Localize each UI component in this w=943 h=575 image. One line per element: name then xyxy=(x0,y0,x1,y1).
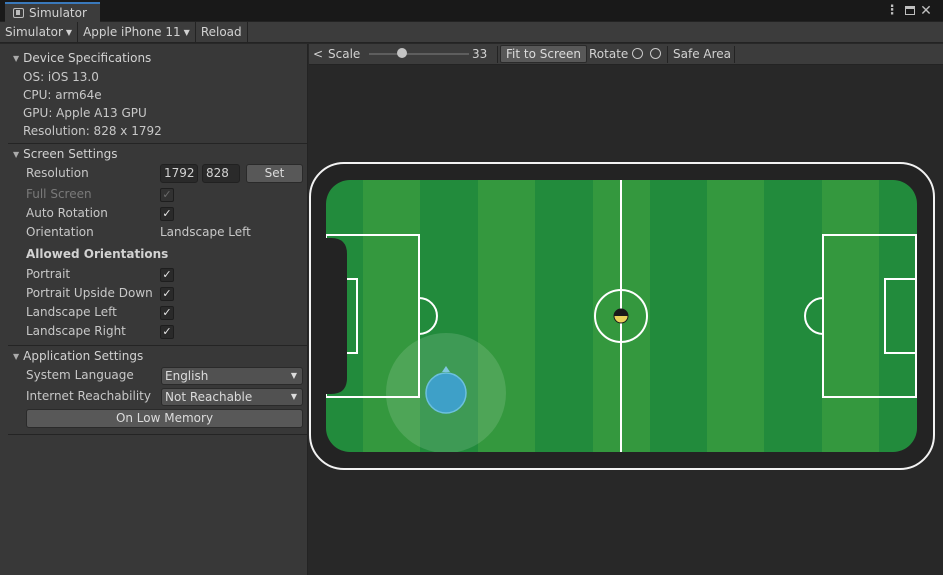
fit-to-screen-button[interactable]: Fit to Screen xyxy=(500,45,587,63)
divider xyxy=(497,46,498,63)
chevron-down-icon: ▼ xyxy=(183,27,190,37)
divider xyxy=(734,46,735,63)
system-language-value: English xyxy=(165,369,209,383)
landscape-right-label: Landscape Right xyxy=(26,324,126,338)
low-memory-row: On Low Memory xyxy=(0,408,307,430)
device-notch xyxy=(326,238,347,394)
portrait-upside-down-checkbox[interactable]: ✓ xyxy=(160,287,174,301)
reload-button[interactable]: Reload xyxy=(196,21,248,43)
landscape-right-checkbox[interactable]: ✓ xyxy=(160,325,174,339)
rotate-label: Rotate xyxy=(589,47,629,61)
resolution-label: Resolution xyxy=(26,166,89,180)
full-screen-label: Full Screen xyxy=(26,187,92,201)
device-dropdown-label: Apple iPhone 11 xyxy=(83,25,181,39)
orientation-value: Landscape Left xyxy=(160,225,251,239)
application-settings-header: Application Settings xyxy=(23,349,144,363)
full-screen-row: Full Screen ✓ xyxy=(0,185,307,204)
resolution-width-field[interactable]: 1792 xyxy=(160,164,198,183)
allowed-portrait-row: Portrait ✓ xyxy=(0,265,307,284)
foldout-triangle-icon: ▼ xyxy=(13,53,20,63)
auto-rotation-label: Auto Rotation xyxy=(26,206,108,220)
spec-resolution: Resolution: 828 x 1792 xyxy=(23,124,162,138)
spec-os: OS: iOS 13.0 xyxy=(23,70,99,84)
allowed-orientations-header: Allowed Orientations xyxy=(26,247,169,261)
chevron-down-icon: ▼ xyxy=(290,371,297,380)
system-language-row: System Language English ▼ xyxy=(0,366,307,387)
simulator-window-icon xyxy=(13,8,24,18)
device-dropdown[interactable]: Apple iPhone 11 ▼ xyxy=(78,21,196,43)
full-screen-checkbox: ✓ xyxy=(160,188,174,202)
divider xyxy=(667,46,668,63)
spec-gpu: GPU: Apple A13 GPU xyxy=(23,106,147,120)
allowed-landscape-left-row: Landscape Left ✓ xyxy=(0,303,307,322)
foldout-triangle-icon: ▼ xyxy=(13,351,20,361)
internet-reachability-row: Internet Reachability Not Reachable ▼ xyxy=(0,387,307,408)
game-screen xyxy=(326,180,917,452)
system-language-label: System Language xyxy=(26,368,134,382)
scale-label: Scale xyxy=(328,47,361,61)
main-toolbar: Simulator ▼ Apple iPhone 11 ▼ Reload xyxy=(0,21,943,43)
device-preview[interactable] xyxy=(309,162,943,472)
internet-reachability-label: Internet Reachability xyxy=(26,389,151,403)
chevron-down-icon: ▼ xyxy=(65,27,73,37)
auto-rotation-checkbox[interactable]: ✓ xyxy=(160,207,174,221)
screen-settings-header: Screen Settings xyxy=(23,147,118,161)
more-options-icon[interactable]: ⋮ xyxy=(885,3,899,19)
landscape-left-checkbox[interactable]: ✓ xyxy=(160,306,174,320)
landscape-left-label: Landscape Left xyxy=(26,305,117,319)
reload-button-label: Reload xyxy=(200,25,242,39)
system-language-dropdown[interactable]: English ▼ xyxy=(161,367,303,385)
tab-simulator-label: Simulator xyxy=(29,6,87,20)
simulator-dropdown[interactable]: Simulator ▼ xyxy=(0,21,79,43)
settings-panel: ▼ Device Specifications OS: iOS 13.0 CPU… xyxy=(0,44,308,575)
allowed-orientations-header-row: Allowed Orientations xyxy=(0,242,307,265)
spec-cpu: CPU: arm64e xyxy=(23,88,102,102)
foldout-triangle-icon: ▼ xyxy=(13,149,20,159)
resolution-row: Resolution 1792 828 Set xyxy=(0,164,307,185)
scale-slider[interactable] xyxy=(369,53,469,55)
chevron-down-icon: ▼ xyxy=(290,392,297,401)
divider xyxy=(8,434,307,435)
simulator-viewport: < Scale 33 Fit to Screen Rotate Safe Are… xyxy=(309,44,943,575)
device-specs-foldout[interactable]: ▼ Device Specifications xyxy=(0,48,307,68)
scale-value: 33 xyxy=(472,47,488,61)
internet-reachability-dropdown[interactable]: Not Reachable ▼ xyxy=(161,388,303,406)
close-icon[interactable]: ✕ xyxy=(919,3,933,19)
maximize-icon[interactable] xyxy=(903,3,917,19)
device-specs-header: Device Specifications xyxy=(23,51,152,65)
rotate-right-icon[interactable] xyxy=(650,48,661,59)
screen-settings-foldout[interactable]: ▼ Screen Settings xyxy=(0,144,307,164)
internet-reachability-value: Not Reachable xyxy=(165,390,253,404)
window-tab-strip: Simulator ⋮ ✕ xyxy=(0,0,943,22)
portrait-checkbox[interactable]: ✓ xyxy=(160,268,174,282)
allowed-portrait-upside-down-row: Portrait Upside Down ✓ xyxy=(0,284,307,303)
set-resolution-button[interactable]: Set xyxy=(246,164,303,183)
scale-slider-handle[interactable] xyxy=(397,48,407,58)
auto-rotation-row: Auto Rotation ✓ xyxy=(0,204,307,223)
tab-simulator[interactable]: Simulator xyxy=(5,2,100,22)
virtual-joystick xyxy=(386,333,506,452)
orientation-label: Orientation xyxy=(26,225,94,239)
simulator-dropdown-label: Simulator xyxy=(5,25,63,39)
viewport-toolbar: < Scale 33 Fit to Screen Rotate Safe Are… xyxy=(309,44,943,65)
allowed-landscape-right-row: Landscape Right ✓ xyxy=(0,322,307,341)
on-low-memory-button[interactable]: On Low Memory xyxy=(26,409,303,428)
rotate-left-icon[interactable] xyxy=(632,48,643,59)
resolution-height-field[interactable]: 828 xyxy=(202,164,240,183)
safe-area-toggle[interactable]: Safe Area xyxy=(673,47,731,61)
portrait-upside-down-label: Portrait Upside Down xyxy=(26,286,153,300)
orientation-row: Orientation Landscape Left xyxy=(0,223,307,242)
portrait-label: Portrait xyxy=(26,267,71,281)
collapse-panel-icon[interactable]: < xyxy=(313,47,323,61)
ball xyxy=(613,308,629,324)
application-settings-foldout[interactable]: ▼ Application Settings xyxy=(0,346,307,366)
